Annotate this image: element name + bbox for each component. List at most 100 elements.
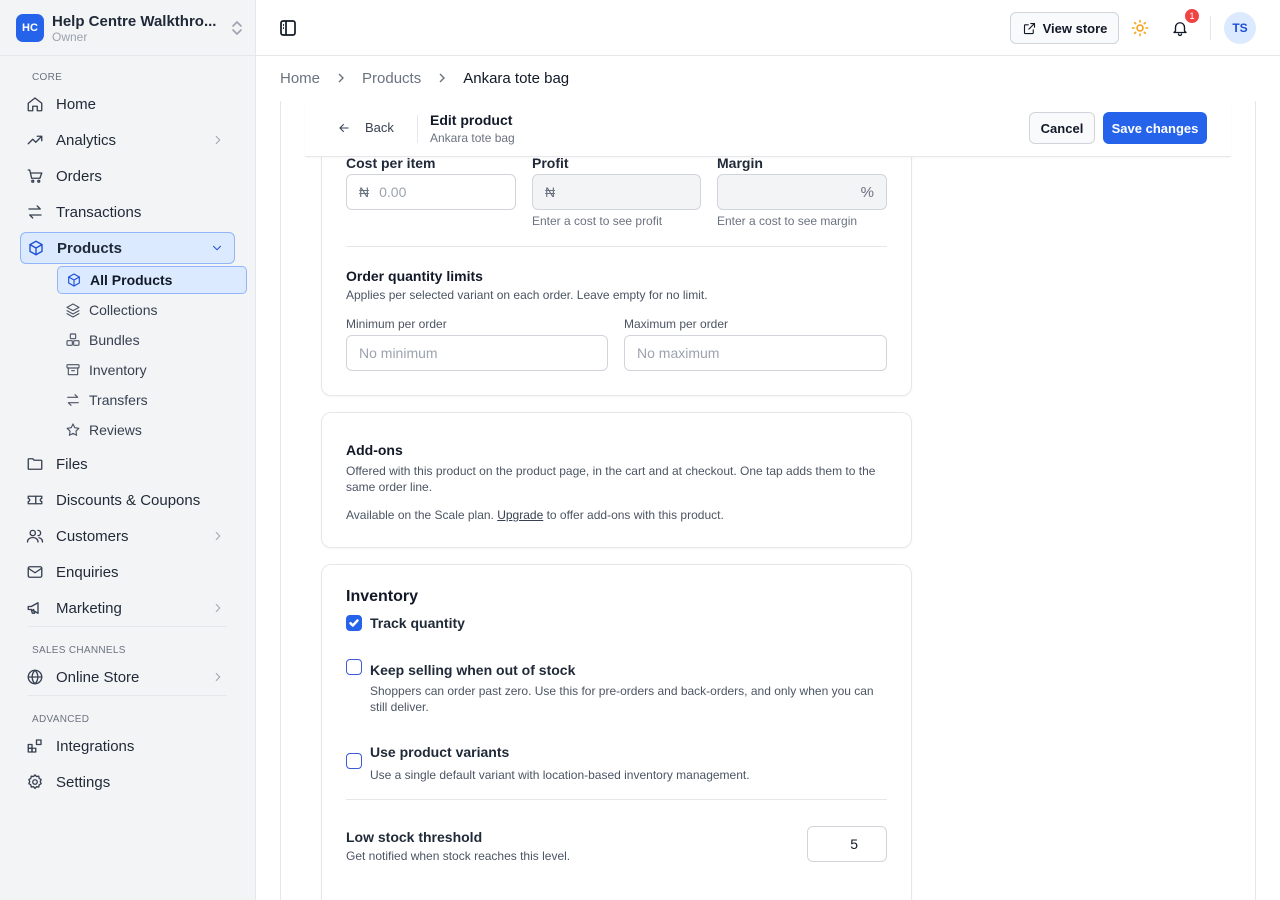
check-icon [349,619,359,627]
blocks-icon [27,739,42,753]
subnav-all-products[interactable]: All Products [57,266,247,294]
chevron-right-icon [439,73,446,83]
nav-analytics[interactable]: Analytics [20,124,235,156]
external-link-icon [1023,22,1035,34]
workspace-role: Owner [52,29,88,44]
cart-icon [27,169,43,183]
profit-field: ₦ [532,174,701,210]
subnav-bundles[interactable]: Bundles [57,326,247,354]
edit-product-subtitle: Ankara tote bag [430,131,515,145]
breadcrumb-current: Ankara tote bag [463,69,570,87]
addons-plan-pre: Available on the Scale plan. [346,508,498,522]
profit-label: Profit [532,155,569,171]
low-stock-title: Low stock threshold [346,829,483,845]
profit-currency: ₦ [545,184,556,200]
sidebar: HC Help Centre Walkthro... Owner CORE Ho… [0,0,256,900]
min-per-order-input[interactable]: No minimum [346,335,608,371]
nav-online-store[interactable]: Online Store [20,661,235,693]
cost-placeholder: 0.00 [379,184,407,200]
nav-orders[interactable]: Orders [20,160,235,192]
box-icon [29,240,43,256]
view-store-label: View store [1042,20,1108,36]
track-quantity-checkbox[interactable] [346,615,362,631]
save-changes-button[interactable]: Save changes [1103,112,1207,144]
workspace-name: Help Centre Walkthro... [52,12,217,30]
subnav-transfers[interactable]: Transfers [57,386,247,414]
subnav-bundles-label: Bundles [89,332,140,348]
nav-products-label: Products [57,239,123,257]
subnav-collections[interactable]: Collections [57,296,247,324]
back-label: Back [365,120,394,135]
min-per-order-label: Minimum per order [346,317,447,331]
mail-icon [27,566,43,578]
use-variants-desc: Use a single default variant with locati… [370,768,750,782]
max-per-order-input[interactable]: No maximum [624,335,887,371]
nav-files-label: Files [56,455,88,473]
boxes-icon [66,333,80,346]
edit-product-title: Edit product [430,112,513,128]
workspace-switcher[interactable]: HC Help Centre Walkthro... Owner [16,10,244,46]
workspace-logo: HC [16,14,44,42]
keep-selling-label: Keep selling when out of stock [370,662,576,678]
edit-product-bar: Back Edit product Ankara tote bag Cancel… [305,101,1231,157]
use-variants-checkbox[interactable] [346,753,362,769]
nav-enquiries[interactable]: Enquiries [20,556,235,588]
chevron-right-icon [215,603,221,613]
keep-selling-desc: Shoppers can order past zero. Use this f… [370,684,874,714]
subnav-reviews[interactable]: Reviews [57,416,247,444]
breadcrumb-home[interactable]: Home [280,70,320,87]
bell-icon[interactable] [1171,19,1189,37]
chevron-right-icon [215,531,221,541]
addons-plan-post: to offer add-ons with this product. [543,508,724,522]
chevron-down-icon [212,245,222,251]
view-store-button[interactable]: View store [1010,12,1119,44]
nav-marketing[interactable]: Marketing [20,592,235,624]
upgrade-link[interactable]: Upgrade [497,508,543,522]
cost-input[interactable]: ₦ 0.00 [346,174,516,210]
nav-home[interactable]: Home [20,88,235,120]
chevron-right-icon [215,672,221,682]
sidebar-toggle-icon[interactable] [278,18,298,38]
profit-hint: Enter a cost to see profit [532,214,663,228]
back-button[interactable]: Back [337,120,394,135]
nav-customers[interactable]: Customers [20,520,235,552]
cost-label: Cost per item [346,155,436,171]
nav-transactions[interactable]: Transactions [20,196,235,228]
subnav-inventory[interactable]: Inventory [57,356,247,384]
nav-discounts-label: Discounts & Coupons [56,491,201,509]
chevrons-up-down-icon [232,21,242,35]
gear-icon [28,774,42,790]
sun-icon[interactable] [1131,19,1149,37]
addons-title: Add-ons [346,442,403,458]
nav-orders-label: Orders [56,167,102,185]
nav-files[interactable]: Files [20,448,235,480]
inventory-title: Inventory [346,588,419,605]
subnav-transfers-label: Transfers [89,392,148,408]
order-limits-desc: Applies per selected variant on each ord… [346,288,708,302]
low-stock-desc: Get notified when stock reaches this lev… [346,849,571,863]
nav-settings-label: Settings [56,773,111,791]
arrows-left-right-icon [67,394,79,406]
archive-icon [66,364,80,376]
nav-settings[interactable]: Settings [20,766,235,798]
nav-products[interactable]: Products [20,232,235,264]
track-quantity-label: Track quantity [370,615,465,631]
nav-discounts[interactable]: Discounts & Coupons [20,484,235,516]
cancel-button[interactable]: Cancel [1029,112,1095,144]
use-variants-label: Use product variants [370,744,510,760]
subnav-all-products-label: All Products [90,272,173,288]
trending-up-icon [27,135,43,145]
avatar[interactable]: TS [1224,12,1256,44]
box-icon [68,273,80,287]
nav-integrations[interactable]: Integrations [20,730,235,762]
keep-selling-checkbox[interactable] [346,659,362,675]
low-stock-input[interactable]: 5 [807,826,887,862]
max-per-order-placeholder: No maximum [637,345,720,361]
section-label-core: CORE [32,72,63,83]
layers-icon [66,303,80,318]
cost-currency: ₦ [359,184,370,200]
nav-integrations-label: Integrations [56,737,135,755]
section-label-sales-channels: SALES CHANNELS [32,645,126,656]
breadcrumb-products[interactable]: Products [362,70,421,87]
nav-enquiries-label: Enquiries [56,563,119,581]
